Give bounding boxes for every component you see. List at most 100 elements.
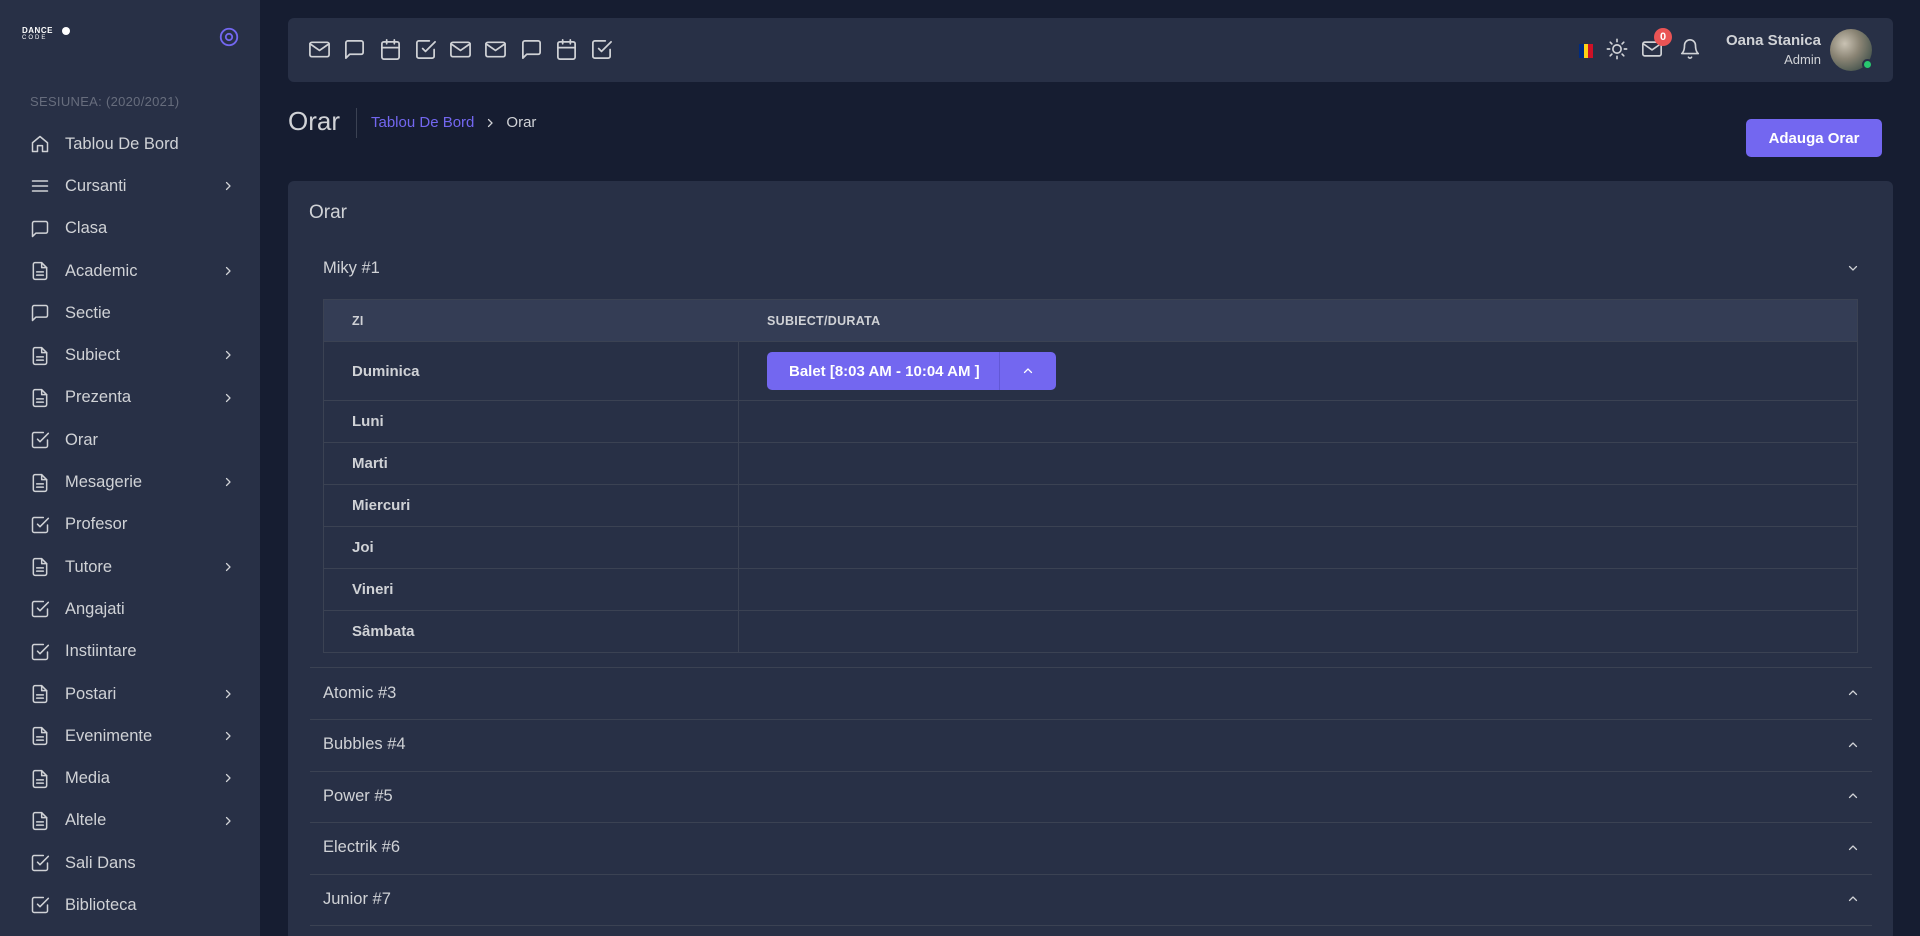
sidebar-item-mesagerie[interactable]: Mesagerie — [0, 461, 260, 503]
sidebar-item-academic[interactable]: Academic — [0, 250, 260, 292]
accordion-header-junior-7[interactable]: Junior #7 — [323, 874, 1872, 924]
sidebar-item-label: Sectie — [65, 303, 111, 322]
check-square-icon — [30, 642, 50, 662]
sidebar-item-label: Biblioteca — [65, 895, 137, 914]
chevron-right-icon — [222, 815, 234, 827]
sidebar-item-postari[interactable]: Postari — [0, 673, 260, 715]
table-header: ZI SUBIECT/DURATA — [324, 300, 1857, 341]
sidebar-item-biblioteca[interactable]: Biblioteca — [0, 884, 260, 926]
sidebar-item-tablou-de-bord[interactable]: Tablou De Bord — [0, 123, 260, 165]
sidebar-item-label: Profesor — [65, 515, 128, 534]
mail-icon[interactable] — [484, 38, 508, 62]
brand-line1: DANCE — [22, 26, 53, 35]
message-square-icon[interactable] — [343, 38, 367, 62]
breadcrumb-current: Orar — [506, 114, 537, 131]
mail-icon[interactable] — [449, 38, 473, 62]
file-text-icon — [30, 557, 50, 577]
bell-icon[interactable] — [1679, 38, 1703, 62]
accordion-separator — [310, 925, 1872, 926]
subject-cell: Balet [8:03 AM - 10:04 AM ] — [739, 342, 1857, 400]
subject-cell — [739, 485, 1857, 526]
accordion-header-bubbles-4[interactable]: Bubbles #4 — [323, 720, 1872, 770]
sidebar-nav: Tablou De Bord Cursanti Clasa Academic Secti… — [0, 123, 260, 927]
subject-cell — [739, 401, 1857, 442]
accordion-header-power-5[interactable]: Power #5 — [323, 771, 1872, 821]
calendar-icon[interactable] — [379, 38, 403, 62]
sidebar-item-instiintare[interactable]: Instiintare — [0, 631, 260, 673]
accordion-title: Bubbles #4 — [323, 735, 406, 753]
schedule-entry-button[interactable]: Balet [8:03 AM - 10:04 AM ] — [767, 352, 1056, 390]
chevron-up-icon — [1847, 790, 1859, 802]
sidebar-item-angajati[interactable]: Angajati — [0, 588, 260, 630]
sidebar-item-sali-dans[interactable]: Sali Dans — [0, 842, 260, 884]
table-row: Joi — [324, 526, 1857, 568]
sidebar-item-label: Tablou De Bord — [65, 134, 179, 153]
sidebar-item-profesor[interactable]: Profesor — [0, 504, 260, 546]
column-header-day: ZI — [352, 313, 364, 328]
sidebar-collapse-toggle-icon[interactable] — [218, 26, 240, 48]
sidebar-item-evenimente[interactable]: Evenimente — [0, 715, 260, 757]
sidebar-item-label: Angajati — [65, 599, 125, 618]
brand-dot — [62, 27, 70, 35]
check-square-icon[interactable] — [414, 38, 438, 62]
accordion-title: Junior #7 — [323, 889, 391, 908]
schedule-card: Orar Miky #1 ZI SUBIECT/DURATA Duminica B… — [288, 181, 1893, 936]
file-text-icon — [30, 684, 50, 704]
chevron-right-icon — [484, 117, 496, 129]
user-role: Admin — [1784, 52, 1821, 67]
message-square-icon[interactable] — [520, 38, 544, 62]
brand-logo[interactable]: DANCE CODE — [22, 26, 70, 44]
sidebar-item-subiect[interactable]: Subiect — [0, 334, 260, 376]
sidebar-item-media[interactable]: Media — [0, 757, 260, 799]
sidebar-item-altele[interactable]: Altele — [0, 800, 260, 842]
chevron-right-icon — [222, 688, 234, 700]
sidebar-item-prezenta[interactable]: Prezenta — [0, 377, 260, 419]
chevron-right-icon — [222, 476, 234, 488]
add-schedule-button[interactable]: Adauga Orar — [1746, 119, 1882, 157]
sidebar-item-sectie[interactable]: Sectie — [0, 292, 260, 334]
sidebar: DANCE CODE SESIUNEA: (2020/2021) Tablou … — [0, 0, 260, 936]
accordion-title: Power #5 — [323, 786, 393, 805]
accordion-header-open[interactable]: Miky #1 — [323, 243, 1872, 293]
chevron-right-icon — [222, 561, 234, 573]
check-square-icon — [30, 895, 50, 915]
sidebar-item-label: Cursanti — [65, 176, 127, 195]
check-square-icon — [30, 430, 50, 450]
file-text-icon — [30, 261, 50, 281]
mail-icon[interactable] — [308, 38, 332, 62]
sidebar-item-label: Tutore — [65, 557, 113, 576]
chevron-right-icon — [222, 349, 234, 361]
breadcrumb-link-dashboard[interactable]: Tablou De Bord — [371, 114, 474, 131]
accordion-title: Atomic #3 — [323, 683, 397, 702]
table-body: Duminica Balet [8:03 AM - 10:04 AM ] Luni M… — [324, 341, 1857, 652]
language-flag-icon[interactable] — [1579, 44, 1594, 58]
file-text-icon — [30, 473, 50, 493]
sidebar-item-orar[interactable]: Orar — [0, 419, 260, 461]
table-row: Duminica Balet [8:03 AM - 10:04 AM ] — [324, 341, 1857, 400]
day-cell: Luni — [324, 401, 739, 442]
shortcut-icons — [308, 38, 626, 62]
day-cell: Duminica — [324, 342, 739, 400]
calendar-icon[interactable] — [555, 38, 579, 62]
sun-icon[interactable] — [1606, 38, 1630, 62]
avatar[interactable] — [1830, 29, 1873, 71]
sidebar-item-cursanti[interactable]: Cursanti — [0, 165, 260, 207]
brand-line2: CODE — [22, 35, 48, 41]
accordion-header-atomic-3[interactable]: Atomic #3 — [323, 668, 1872, 718]
sidebar-item-label: Instiintare — [65, 642, 137, 661]
subject-cell — [739, 443, 1857, 484]
chevron-right-icon — [222, 180, 234, 192]
sidebar-item-tutore[interactable]: Tutore — [0, 546, 260, 588]
table-row: Luni — [324, 400, 1857, 442]
sidebar-item-label: Evenimente — [65, 726, 153, 745]
chevron-up-icon — [1847, 739, 1859, 751]
chevron-down-icon — [1847, 262, 1859, 274]
accordion-header-electrik-6[interactable]: Electrik #6 — [323, 823, 1872, 873]
check-square-icon[interactable] — [590, 38, 614, 62]
user-name[interactable]: Oana Stanica — [1726, 32, 1821, 49]
topbar: 0 Oana Stanica Admin — [288, 18, 1893, 82]
sidebar-item-label: Academic — [65, 261, 138, 280]
chevron-up-icon[interactable] — [1000, 352, 1056, 390]
sidebar-item-clasa[interactable]: Clasa — [0, 208, 260, 250]
table-row: Marti — [324, 442, 1857, 484]
